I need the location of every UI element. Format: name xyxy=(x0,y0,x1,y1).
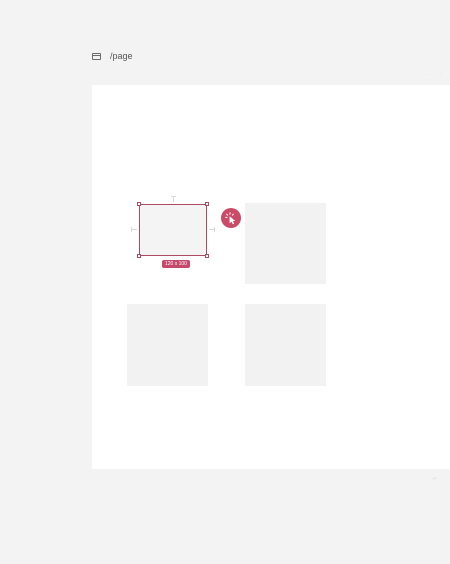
click-cursor-icon xyxy=(224,211,235,224)
click-cursor-indicator xyxy=(221,208,241,228)
frame-2[interactable] xyxy=(245,203,326,284)
spacing-guide-left-cap xyxy=(131,227,132,232)
spacing-guide-top-cap xyxy=(171,196,176,197)
resize-handle-top-left[interactable] xyxy=(137,202,141,206)
design-canvas[interactable]: 120 x 100 xyxy=(92,85,450,469)
frame-4[interactable] xyxy=(245,304,326,386)
selected-frame[interactable] xyxy=(139,204,207,256)
page-header: /page xyxy=(92,49,133,63)
canvas-resize-hint: · · · xyxy=(428,72,443,78)
canvas-corner-hint: ⌐ xyxy=(433,476,437,482)
page-icon xyxy=(92,52,101,60)
resize-handle-top-right[interactable] xyxy=(205,202,209,206)
resize-handle-bottom-right[interactable] xyxy=(205,254,209,258)
resize-handle-bottom-left[interactable] xyxy=(137,254,141,258)
page-path[interactable]: /page xyxy=(110,51,133,61)
frame-3[interactable] xyxy=(127,304,208,386)
size-badge: 120 x 100 xyxy=(162,260,190,268)
spacing-guide-right-cap xyxy=(214,227,215,232)
